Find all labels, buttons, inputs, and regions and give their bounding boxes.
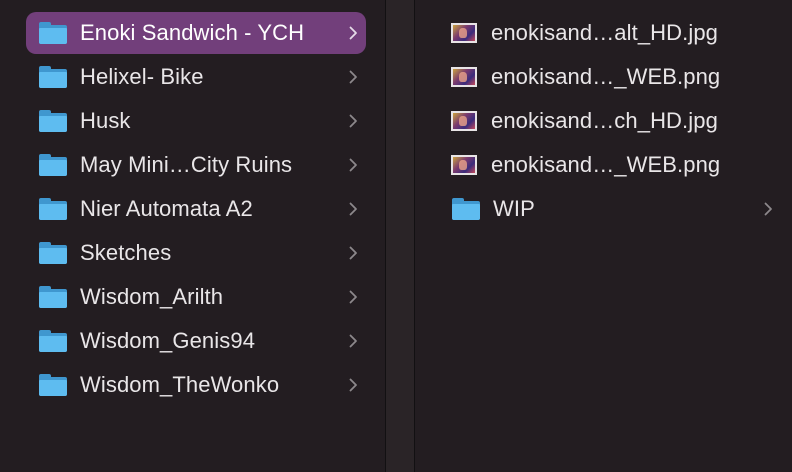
chevron-right-icon xyxy=(344,155,362,175)
file-row[interactable]: enokisand…_WEB.png xyxy=(445,144,781,186)
folder-icon xyxy=(38,241,68,265)
file-label: enokisand…_WEB.png xyxy=(491,64,721,89)
folder-icon xyxy=(451,197,481,221)
file-label: enokisand…ch_HD.jpg xyxy=(491,108,718,133)
chevron-right-icon xyxy=(344,287,362,307)
folder-label: Enoki Sandwich - YCH xyxy=(80,20,305,45)
folder-icon xyxy=(38,329,68,353)
image-thumbnail-icon xyxy=(451,111,477,131)
chevron-right-icon xyxy=(759,199,777,219)
file-label: enokisand…alt_HD.jpg xyxy=(491,20,719,45)
folder-label: Husk xyxy=(80,108,131,133)
image-thumbnail-icon xyxy=(451,23,477,43)
chevron-right-icon xyxy=(344,243,362,263)
finder-column-browser: Enoki Sandwich - YCH Helixel- Bike Husk … xyxy=(0,0,792,472)
folder-icon xyxy=(38,153,68,177)
folder-row-wisdom-arilth[interactable]: Wisdom_Arilth xyxy=(26,276,366,318)
folder-row-may-mini-city-ruins[interactable]: May Mini…City Ruins xyxy=(26,144,366,186)
column-resize-handle[interactable] xyxy=(386,0,414,472)
file-label: enokisand…_WEB.png xyxy=(491,152,721,177)
file-row[interactable]: enokisand…_WEB.png xyxy=(445,56,781,98)
folder-row-nier-automata-a2[interactable]: Nier Automata A2 xyxy=(26,188,366,230)
folder-row-helixel-bike[interactable]: Helixel- Bike xyxy=(26,56,366,98)
file-row[interactable]: enokisand…alt_HD.jpg xyxy=(445,12,781,54)
chevron-right-icon xyxy=(344,331,362,351)
folder-icon xyxy=(38,197,68,221)
folder-label: Wisdom_Genis94 xyxy=(80,328,256,353)
folder-label: Wisdom_Arilth xyxy=(80,284,224,309)
folder-icon xyxy=(38,373,68,397)
folder-row-wip[interactable]: WIP xyxy=(445,188,781,230)
folder-label: Sketches xyxy=(80,240,172,265)
chevron-right-icon xyxy=(344,375,362,395)
image-thumbnail-icon xyxy=(451,67,477,87)
folder-label: Wisdom_TheWonko xyxy=(80,372,280,397)
folder-label: Nier Automata A2 xyxy=(80,196,253,221)
folder-label: May Mini…City Ruins xyxy=(80,152,293,177)
folder-row-sketches[interactable]: Sketches xyxy=(26,232,366,274)
folder-icon xyxy=(38,21,68,45)
folder-row-wisdom-thewonko[interactable]: Wisdom_TheWonko xyxy=(26,364,366,406)
file-column[interactable]: enokisand…alt_HD.jpg enokisand…_WEB.png … xyxy=(415,0,792,472)
chevron-right-icon xyxy=(344,111,362,131)
file-row[interactable]: enokisand…ch_HD.jpg xyxy=(445,100,781,142)
folder-row-husk[interactable]: Husk xyxy=(26,100,366,142)
chevron-right-icon xyxy=(344,199,362,219)
folder-row-enoki-sandwich-ych[interactable]: Enoki Sandwich - YCH xyxy=(26,12,366,54)
folder-icon xyxy=(38,65,68,89)
chevron-right-icon xyxy=(344,23,362,43)
folder-column[interactable]: Enoki Sandwich - YCH Helixel- Bike Husk … xyxy=(0,0,384,472)
folder-row-wisdom-genis94[interactable]: Wisdom_Genis94 xyxy=(26,320,366,362)
folder-label: Helixel- Bike xyxy=(80,64,204,89)
image-thumbnail-icon xyxy=(451,155,477,175)
folder-icon xyxy=(38,285,68,309)
chevron-right-icon xyxy=(344,67,362,87)
folder-icon xyxy=(38,109,68,133)
folder-label: WIP xyxy=(493,196,535,221)
